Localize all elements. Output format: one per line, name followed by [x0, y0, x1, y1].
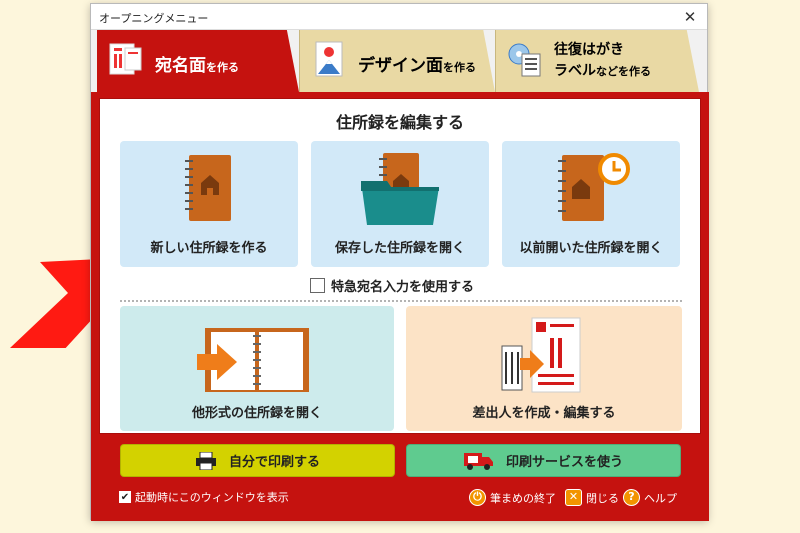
address-book-section: 住所録を編集する 新しい住所録を作る 保存した住所録を開く 以前開いた住所録を開… [99, 98, 701, 434]
tab-bar: 宛名面を作る デザイン面を作る 往復はがき ラベルなどを作る [91, 30, 707, 92]
express-input-checkbox[interactable] [310, 278, 325, 293]
delivery-truck-icon [463, 452, 493, 470]
help-label: ヘルプ [644, 491, 677, 505]
print-service-button[interactable]: 印刷サービスを使う [406, 444, 681, 477]
cd-label-icon [508, 43, 541, 77]
close-icon[interactable]: ✕ [679, 6, 701, 28]
create-edit-sender-label: 差出人を作成・編集する [472, 406, 616, 421]
express-input-label: 特急宛名入力を使用する [331, 280, 475, 295]
close-window-label: 閉じる [586, 491, 619, 505]
opening-menu-window: オープニングメニュー ✕ 宛名面を作る デザイン面を作る 往復はがき ラベルなど… [90, 3, 709, 521]
open-other-format-label: 他形式の住所録を開く [191, 406, 322, 421]
window-title: オープニングメニュー [99, 12, 209, 25]
open-saved-address-book-button[interactable]: 保存した住所録を開く [311, 141, 489, 267]
recent-address-book-icon [558, 153, 630, 221]
show-at-startup-option[interactable]: ✔ 起動時にこのウィンドウを表示 [119, 489, 289, 505]
x-icon: ✕ [565, 489, 582, 506]
address-card-icon [109, 43, 142, 75]
exit-app-label: 筆まめの終了 [490, 491, 556, 505]
sender-postcard-icon [501, 317, 581, 393]
tab-design-side[interactable]: デザイン面を作る [299, 30, 495, 92]
mount-fuji-card-icon [315, 41, 343, 77]
express-input-option[interactable]: 特急宛名入力を使用する [310, 276, 474, 295]
new-address-book-button[interactable]: 新しい住所録を作る [120, 141, 298, 267]
help-icon: ? [623, 489, 640, 506]
section-divider [120, 300, 682, 302]
show-at-startup-checkbox[interactable]: ✔ [119, 491, 131, 503]
folder-address-book-icon [361, 153, 439, 225]
close-window-button[interactable]: ✕ 閉じる [565, 489, 619, 506]
import-book-icon [197, 328, 309, 392]
show-at-startup-label: 起動時にこのウィンドウを表示 [135, 491, 289, 504]
print-service-label: 印刷サービスを使う [505, 455, 623, 470]
open-recent-address-book-label: 以前開いた住所録を開く [519, 241, 663, 256]
title-bar: オープニングメニュー ✕ [91, 4, 707, 30]
new-address-book-label: 新しい住所録を作る [150, 241, 268, 256]
tab-design-label: デザイン面を作る [358, 56, 476, 76]
tab-address-side[interactable]: 宛名面を作る [97, 30, 299, 92]
tab-return-postcard-text: 往復はがき ラベルなどを作る [554, 42, 651, 79]
open-other-format-button[interactable]: 他形式の住所録を開く [120, 306, 394, 431]
printer-icon [195, 451, 216, 470]
open-saved-address-book-label: 保存した住所録を開く [334, 241, 465, 256]
tab-address-label: 宛名面を作る [155, 56, 239, 76]
power-icon: ⏻ [469, 489, 486, 506]
main-panel: 住所録を編集する 新しい住所録を作る 保存した住所録を開く 以前開いた住所録を開… [91, 92, 709, 521]
section-title: 住所録を編集する [335, 113, 464, 132]
address-book-icon [185, 155, 231, 221]
print-yourself-label: 自分で印刷する [228, 455, 320, 470]
exit-app-button[interactable]: ⏻ 筆まめの終了 [469, 489, 556, 506]
help-button[interactable]: ? ヘルプ [623, 489, 677, 506]
tab-return-postcard-label[interactable]: 往復はがき ラベルなどを作る [495, 30, 699, 92]
create-edit-sender-button[interactable]: 差出人を作成・編集する [406, 306, 682, 431]
open-recent-address-book-button[interactable]: 以前開いた住所録を開く [502, 141, 680, 267]
print-yourself-button[interactable]: 自分で印刷する [120, 444, 395, 477]
